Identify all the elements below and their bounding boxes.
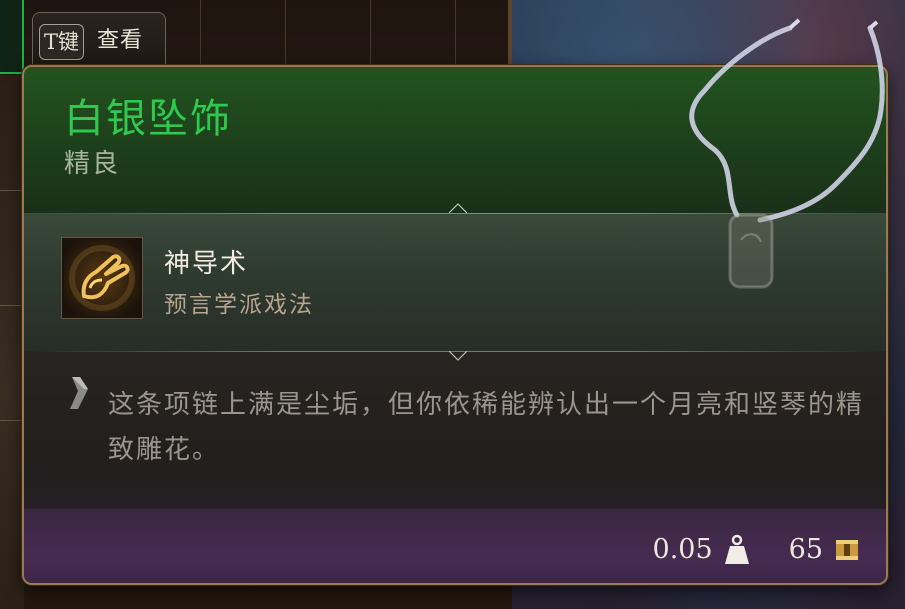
spell-name: 神导术 bbox=[164, 249, 249, 279]
examine-label: 查看 bbox=[97, 28, 144, 53]
weight-icon bbox=[724, 534, 749, 564]
quote-icon bbox=[70, 377, 88, 409]
examine-hint[interactable]: T键 查看 bbox=[32, 12, 166, 67]
item-stats: 0.05 65 bbox=[653, 531, 861, 569]
flavor-text: 这条项链上满是尘垢，但你依稀能辨认出一个月亮和竖琴的精致雕花。 bbox=[108, 390, 865, 465]
keycap-t: T键 bbox=[39, 24, 85, 60]
selected-inventory-slot[interactable] bbox=[0, 0, 24, 74]
spell-school: 预言学派戏法 bbox=[164, 292, 314, 318]
tooltip-spell-section bbox=[24, 213, 886, 351]
item-name: 白银坠饰 bbox=[64, 96, 232, 142]
weight-value: 0.05 bbox=[652, 534, 713, 565]
divider-notch bbox=[449, 351, 467, 361]
guidance-spell-icon[interactable] bbox=[61, 237, 143, 319]
item-rarity: 精良 bbox=[64, 149, 121, 179]
price-value: 65 bbox=[788, 534, 823, 565]
section-divider bbox=[24, 213, 886, 214]
divider-notch bbox=[449, 203, 467, 213]
inventory-column-strip bbox=[0, 75, 24, 609]
gold-coin-icon bbox=[836, 540, 858, 560]
item-tooltip: 白银坠饰 精良 神导术 预言学派戏法 这条项链上满是尘垢，但你依稀能辨认出一个月… bbox=[22, 65, 888, 585]
